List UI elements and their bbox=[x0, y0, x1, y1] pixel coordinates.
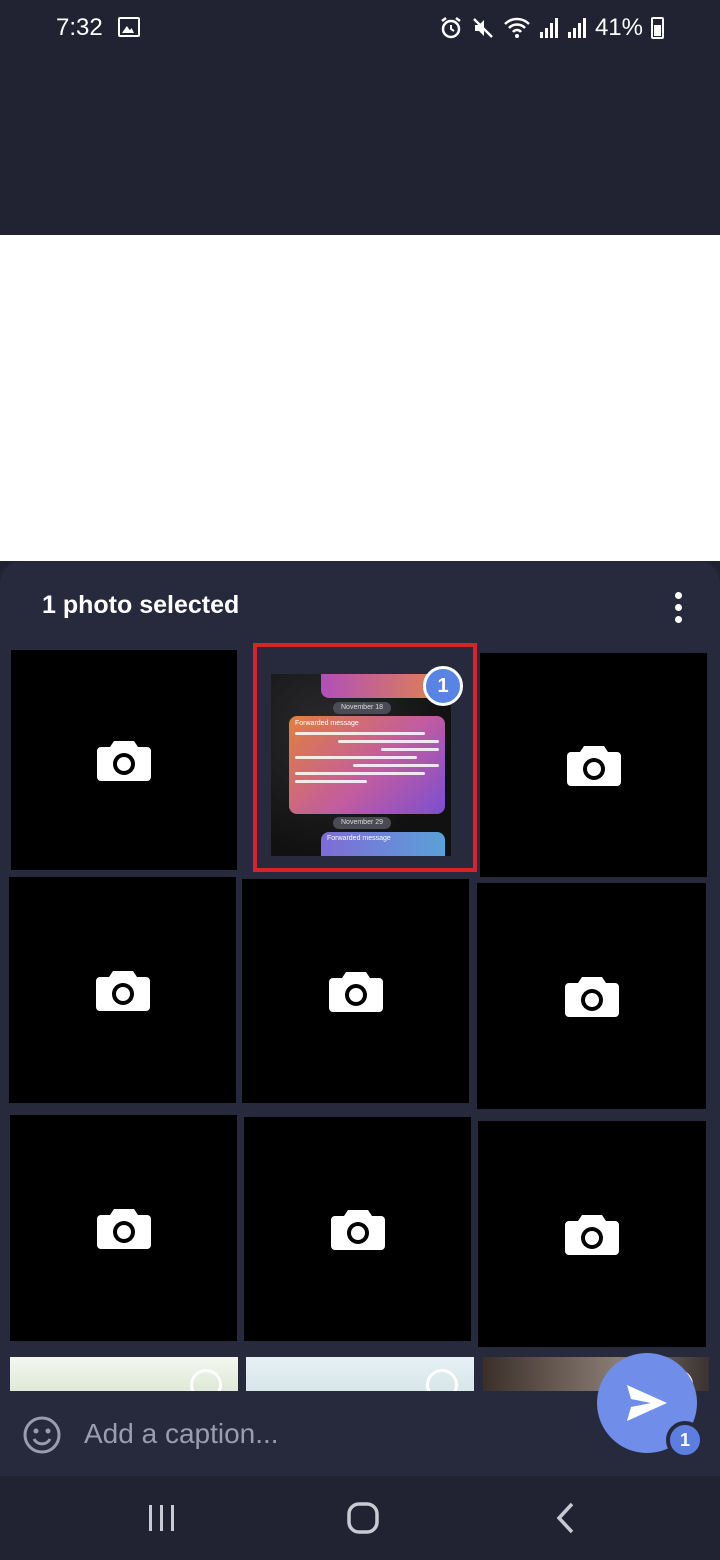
home-icon[interactable] bbox=[333, 1496, 393, 1540]
camera-icon bbox=[564, 977, 619, 1017]
camera-icon bbox=[97, 741, 151, 781]
camera-tile[interactable] bbox=[477, 883, 706, 1109]
attachment-sheet: 1 photo selected November 18 Forwarded m… bbox=[0, 561, 720, 1476]
back-icon[interactable] bbox=[535, 1496, 595, 1540]
caption-input[interactable] bbox=[84, 1409, 564, 1459]
emoji-icon[interactable] bbox=[22, 1415, 62, 1455]
gallery-photo[interactable] bbox=[10, 1357, 238, 1391]
selection-counter-badge[interactable]: 1 bbox=[423, 666, 463, 706]
camera-tile[interactable] bbox=[9, 877, 236, 1103]
date-label: November 18 bbox=[333, 702, 392, 714]
status-icons: 41% bbox=[439, 14, 664, 42]
camera-icon bbox=[95, 971, 150, 1011]
gallery-icon bbox=[118, 17, 140, 37]
send-icon bbox=[627, 1385, 667, 1421]
sheet-title: 1 photo selected bbox=[42, 591, 240, 619]
battery-icon bbox=[651, 17, 664, 39]
gallery-photo[interactable] bbox=[246, 1357, 474, 1391]
camera-tile[interactable] bbox=[11, 650, 237, 870]
forwarded-label: Forwarded message bbox=[327, 835, 391, 842]
camera-icon bbox=[565, 1215, 619, 1255]
message-bubble: Forwarded message bbox=[321, 832, 445, 856]
signal-icon bbox=[539, 18, 558, 38]
camera-tile[interactable] bbox=[478, 1121, 706, 1347]
camera-tile[interactable] bbox=[10, 1115, 237, 1341]
date-label: November 29 bbox=[333, 817, 392, 829]
signal-icon bbox=[567, 18, 586, 38]
camera-icon bbox=[566, 746, 621, 786]
forwarded-bubble: Forwarded message bbox=[289, 716, 445, 814]
chat-background[interactable] bbox=[0, 235, 720, 561]
status-time: 7:32 bbox=[56, 14, 103, 41]
alarm-icon bbox=[441, 17, 461, 39]
forwarded-label: Forwarded message bbox=[295, 720, 359, 727]
camera-icon bbox=[328, 972, 383, 1012]
status-bar: 7:32 41% bbox=[0, 0, 720, 56]
gallery-photo-selected[interactable]: November 18 Forwarded message November 2… bbox=[253, 643, 477, 872]
screen: 7:32 41% 1 photo selected November 18 Fo… bbox=[0, 0, 720, 1560]
battery-text: 41% bbox=[594, 14, 643, 41]
camera-icon bbox=[330, 1210, 385, 1250]
select-circle-icon[interactable] bbox=[190, 1369, 222, 1391]
select-circle-icon[interactable] bbox=[426, 1369, 458, 1391]
more-vertical-icon[interactable] bbox=[662, 587, 694, 627]
wifi-icon bbox=[504, 17, 530, 38]
recents-icon[interactable] bbox=[132, 1496, 192, 1540]
camera-tile[interactable] bbox=[242, 879, 469, 1103]
mute-icon bbox=[473, 18, 493, 38]
navigation-bar bbox=[0, 1476, 720, 1560]
camera-tile[interactable] bbox=[244, 1117, 471, 1341]
photo-thumbnail: November 18 Forwarded message November 2… bbox=[271, 674, 451, 856]
camera-icon bbox=[96, 1209, 151, 1249]
camera-tile[interactable] bbox=[480, 653, 707, 877]
send-count-badge: 1 bbox=[666, 1421, 704, 1459]
